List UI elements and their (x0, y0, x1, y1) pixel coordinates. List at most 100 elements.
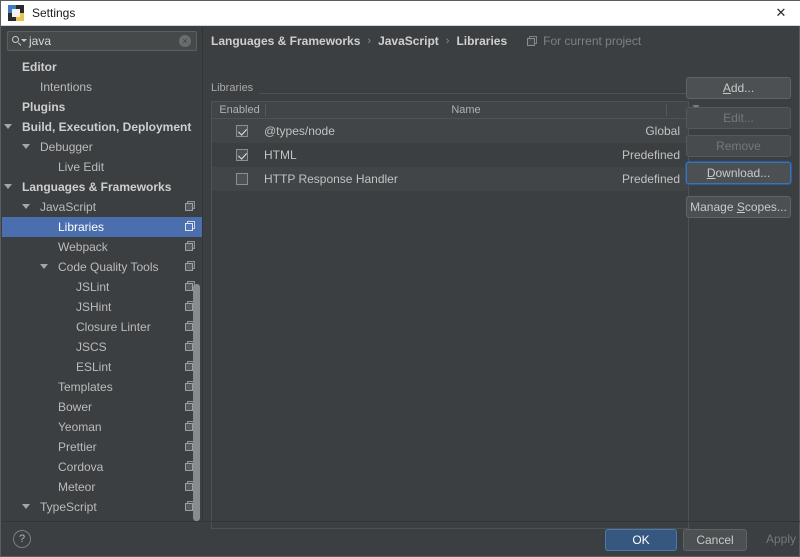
table-body: @types/node Global HTML Predefined HTTP Resp… (212, 119, 688, 191)
sidebar-item-languages-frameworks[interactable]: Languages & Frameworks (2, 177, 202, 197)
module-scope-icon (185, 261, 196, 272)
library-name: HTML (264, 148, 297, 162)
add-button[interactable]: Add... (686, 77, 791, 99)
scope-indicator: For current project (527, 34, 641, 48)
libraries-table[interactable]: EnabledNameType @types/node Global HTML Pre… (211, 101, 716, 529)
sidebar-item-typescript[interactable]: TypeScript (2, 497, 202, 517)
breadcrumb-separator: › (367, 35, 372, 47)
sidebar-item-label: Debugger (40, 140, 93, 154)
search-input[interactable]: java × (7, 31, 197, 51)
sidebar-item-label: Plugins (22, 100, 66, 114)
table-header: EnabledNameType (212, 102, 716, 119)
sidebar-item-label: Meteor (58, 480, 96, 494)
sidebar-item-code-quality-tools[interactable]: Code Quality Tools (2, 257, 202, 277)
sidebar-scrollbar-thumb[interactable] (193, 284, 200, 521)
breadcrumb-item-1[interactable]: JavaScript (378, 34, 439, 48)
sidebar-item-label: Cordova (58, 460, 104, 474)
search-value: java (29, 34, 52, 48)
edit-button[interactable]: Edit... (686, 107, 791, 129)
sidebar-item-templates[interactable]: Templates (2, 377, 202, 397)
chevron-down-icon[interactable] (22, 204, 30, 209)
breadcrumb-item-0[interactable]: Languages & Frameworks (211, 34, 360, 48)
apply-button[interactable]: Apply (753, 529, 800, 551)
main-panel: Languages & Frameworks › JavaScript › Librar… (203, 27, 799, 529)
manage-scopes-button[interactable]: Manage Scopes... (686, 196, 791, 218)
breadcrumb-item-2: Libraries (456, 34, 508, 48)
library-name: @types/node (264, 124, 335, 138)
column-divider-1[interactable] (666, 104, 667, 116)
sidebar-item-prettier[interactable]: Prettier (2, 437, 202, 457)
sidebar-item-label: Closure Linter (76, 320, 151, 334)
sidebar-item-label: Libraries (58, 220, 105, 234)
column-divider-0[interactable] (265, 104, 266, 116)
column-header-enabled[interactable]: Enabled (213, 102, 266, 118)
footer-separator (2, 521, 800, 522)
window-title: Settings (32, 6, 76, 20)
sidebar-item-debugger[interactable]: Debugger (2, 137, 202, 157)
sidebar-item-label: Intentions (40, 80, 93, 94)
sidebar-item-label: Yeoman (58, 420, 102, 434)
sidebar-item-label: Webpack (58, 240, 108, 254)
sidebar-item-jshint[interactable]: JSHint (2, 297, 202, 317)
chevron-down-icon[interactable] (22, 144, 30, 149)
sidebar-item-bower[interactable]: Bower (2, 397, 202, 417)
sidebar-item-label: Templates (58, 380, 113, 394)
sidebar-item-libraries[interactable]: Libraries (2, 217, 202, 237)
sidebar-item-eslint[interactable]: ESLint (2, 357, 202, 377)
ide-settings-icon (8, 5, 24, 21)
sidebar-item-label: Bower (58, 400, 93, 414)
sidebar-item-editor[interactable]: Editor (2, 57, 202, 77)
enabled-checkbox[interactable] (236, 149, 248, 161)
library-name: HTTP Response Handler (264, 172, 398, 186)
sidebar-item-jslint[interactable]: JSLint (2, 277, 202, 297)
chevron-down-icon[interactable] (40, 264, 48, 269)
module-scope-icon (185, 201, 196, 212)
ok-button[interactable]: OK (605, 529, 677, 551)
sidebar-item-plugins[interactable]: Plugins (2, 97, 202, 117)
download-button[interactable]: Download... (686, 162, 791, 184)
table-row[interactable]: HTML Predefined (212, 143, 688, 167)
sidebar-item-label: Live Edit (58, 160, 105, 174)
sidebar-item-label: JSHint (76, 300, 112, 314)
close-icon[interactable]: ✕ (761, 1, 800, 25)
libraries-group-label: Libraries (211, 82, 260, 94)
sidebar-item-build-execution-deployment[interactable]: Build, Execution, Deployment (2, 117, 202, 137)
sidebar-item-jscs[interactable]: JSCS (2, 337, 202, 357)
module-icon (527, 35, 538, 47)
sidebar-item-label: TypeScript (40, 500, 97, 514)
library-type: Predefined (621, 148, 680, 162)
table-row[interactable]: @types/node Global (212, 119, 688, 143)
library-type: Predefined (621, 172, 680, 186)
sidebar-item-label: Editor (22, 60, 57, 74)
sidebar-item-label: ESLint (76, 360, 112, 374)
settings-dialog: Settings ✕ java × Editor Intentions Plugin… (0, 0, 800, 557)
enabled-checkbox[interactable] (236, 125, 248, 137)
settings-tree[interactable]: Editor Intentions Plugins Build, Execution,… (2, 57, 202, 521)
chevron-down-icon[interactable] (4, 184, 12, 189)
title-bar: Settings ✕ (1, 1, 800, 26)
help-button[interactable]: ? (13, 530, 31, 548)
group-separator (211, 93, 691, 94)
sidebar-item-cordova[interactable]: Cordova (2, 457, 202, 477)
sidebar-item-closure-linter[interactable]: Closure Linter (2, 317, 202, 337)
sidebar-item-live-edit[interactable]: Live Edit (2, 157, 202, 177)
sidebar-item-label: JSLint (76, 280, 110, 294)
remove-button[interactable]: Remove (686, 135, 791, 157)
library-type: Global (645, 124, 680, 138)
column-header-name[interactable]: Name (266, 102, 666, 118)
sidebar-item-label: Prettier (58, 440, 97, 454)
chevron-down-icon[interactable] (4, 124, 12, 129)
sidebar-item-javascript[interactable]: JavaScript (2, 197, 202, 217)
sidebar-item-meteor[interactable]: Meteor (2, 477, 202, 497)
cancel-button[interactable]: Cancel (683, 529, 747, 551)
module-scope-icon (185, 241, 196, 252)
sidebar-item-label: Code Quality Tools (58, 260, 159, 274)
search-icon (12, 35, 27, 47)
sidebar-item-yeoman[interactable]: Yeoman (2, 417, 202, 437)
sidebar-item-intentions[interactable]: Intentions (2, 77, 202, 97)
clear-search-icon[interactable]: × (179, 35, 191, 47)
enabled-checkbox[interactable] (236, 173, 248, 185)
chevron-down-icon[interactable] (22, 504, 30, 509)
table-row[interactable]: HTTP Response Handler Predefined (212, 167, 688, 191)
sidebar-item-webpack[interactable]: Webpack (2, 237, 202, 257)
